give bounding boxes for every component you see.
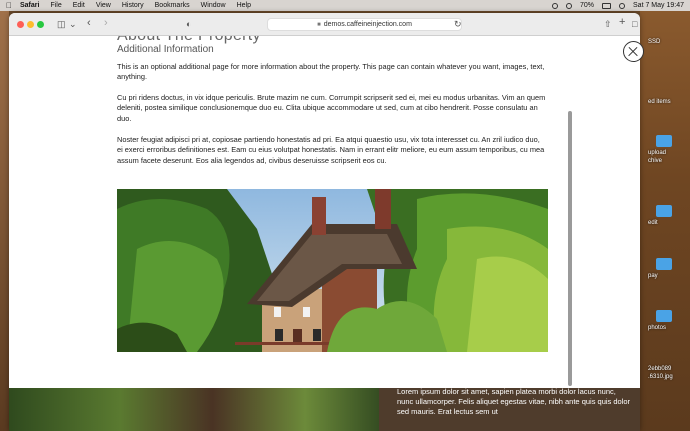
modal-paragraph-2: Cu pri ridens doctus, in vix idque peric…: [117, 93, 546, 123]
menubar-status-area: 70% Sat 7 May 19:47: [552, 2, 684, 9]
address-bar[interactable]: ■ demos.caffeineinjection.com: [267, 18, 462, 31]
folder-icon: [656, 135, 672, 147]
desktop-folder-edit[interactable]: edit: [648, 205, 688, 227]
cottage-photo: [117, 189, 548, 352]
modal-paragraph-intro: This is an optional additional page for …: [117, 62, 545, 82]
desktop-folder-upload[interactable]: upload chive: [648, 135, 688, 165]
safari-window: ◫ ⌄ ‹ › ◐ ■ demos.caffeineinjection.com ↻…: [9, 13, 640, 431]
search-icon[interactable]: [566, 2, 572, 9]
background-text-panel: Lorem ipsum dolor sit amet, sapien plate…: [379, 381, 640, 431]
apple-icon[interactable]: : [6, 1, 12, 10]
close-modal-button[interactable]: [623, 41, 644, 62]
privacy-shield-icon[interactable]: ◐: [186, 19, 191, 29]
desktop-folder-photos[interactable]: photos: [648, 310, 688, 332]
macos-menubar:  Safari File Edit View History Bookmark…: [0, 0, 690, 11]
menu-help[interactable]: Help: [237, 2, 251, 9]
menu-bookmarks[interactable]: Bookmarks: [155, 2, 190, 9]
folder-icon: [656, 310, 672, 322]
menubar-clock[interactable]: Sat 7 May 19:47: [633, 2, 684, 9]
desktop-file-jpg[interactable]: 2ebb089 .6310.jpg: [648, 365, 688, 381]
property-info-modal: About The Property Additional Informatio…: [9, 36, 640, 388]
menu-file[interactable]: File: [50, 2, 61, 9]
chevron-down-icon[interactable]: ⌄: [69, 19, 77, 29]
menu-history[interactable]: History: [122, 2, 144, 9]
desktop-folder-pay[interactable]: pay: [648, 258, 688, 280]
desktop-wallpaper-left: [0, 11, 9, 431]
sidebar-toggle-icon[interactable]: ◫: [57, 19, 66, 29]
safari-toolbar: ◫ ⌄ ‹ › ◐ ■ demos.caffeineinjection.com ↻…: [9, 13, 640, 36]
menu-edit[interactable]: Edit: [73, 2, 85, 9]
menu-view[interactable]: View: [96, 2, 111, 9]
modal-paragraph-3: Noster feugiat adipisci pri at, copiosae…: [117, 135, 545, 165]
desktop-item-items[interactable]: ed items: [648, 98, 688, 106]
background-paragraph: Lorem ipsum dolor sit amet, sapien plate…: [397, 387, 631, 416]
control-center-icon[interactable]: [619, 2, 626, 9]
cottage-photo-illustration: [117, 189, 548, 352]
battery-icon[interactable]: [602, 2, 612, 9]
lock-icon: ■: [317, 22, 321, 28]
menu-window[interactable]: Window: [201, 2, 226, 9]
close-window-button[interactable]: [17, 21, 24, 28]
menu-app-name[interactable]: Safari: [20, 2, 39, 9]
desktop-item-ssd[interactable]: SSD: [648, 38, 688, 46]
forward-button-icon[interactable]: ›: [104, 18, 108, 29]
reload-icon[interactable]: ↻: [454, 19, 462, 29]
modal-subtitle: Additional Information: [117, 44, 214, 55]
wifi-icon[interactable]: [552, 2, 558, 9]
folder-icon: [656, 205, 672, 217]
share-icon[interactable]: ⇧: [604, 19, 612, 29]
back-button-icon[interactable]: ‹: [87, 18, 91, 29]
modal-scrollbar[interactable]: [568, 111, 572, 386]
new-tab-icon[interactable]: +: [619, 17, 625, 28]
minimize-window-button[interactable]: [27, 21, 34, 28]
zoom-window-button[interactable]: [37, 21, 44, 28]
background-photo: [9, 381, 379, 431]
battery-percent[interactable]: 70%: [580, 2, 594, 9]
tab-overview-icon[interactable]: □: [632, 19, 637, 29]
address-url: demos.caffeineinjection.com: [323, 21, 412, 28]
folder-icon: [656, 258, 672, 270]
